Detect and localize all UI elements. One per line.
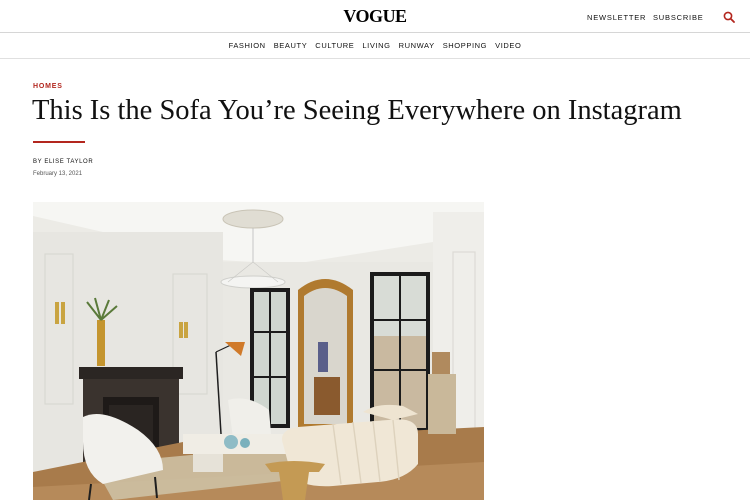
nav-item-runway[interactable]: RUNWAY: [399, 41, 435, 50]
nav-item-video[interactable]: VIDEO: [495, 41, 521, 50]
nav-item-beauty[interactable]: BEAUTY: [274, 41, 308, 50]
search-icon[interactable]: [723, 11, 735, 23]
newsletter-link[interactable]: NEWSLETTER: [587, 13, 646, 22]
author-link[interactable]: ELISE TAYLOR: [44, 159, 93, 165]
byline: BY ELISE TAYLOR: [33, 159, 93, 165]
living-room-photo: [33, 202, 484, 500]
site-header: VOGUE NEWSLETTER SUBSCRIBE: [0, 0, 750, 33]
article-title: This Is the Sofa You’re Seeing Everywher…: [32, 95, 682, 126]
nav-item-fashion[interactable]: FASHION: [229, 41, 266, 50]
nav-item-shopping[interactable]: SHOPPING: [443, 41, 487, 50]
nav-item-living[interactable]: LIVING: [362, 41, 390, 50]
hero-image: [33, 202, 484, 500]
subscribe-link[interactable]: SUBSCRIBE: [653, 13, 704, 22]
article-rubric[interactable]: HOMES: [33, 83, 63, 90]
main-nav: FASHION BEAUTY CULTURE LIVING RUNWAY SHO…: [0, 33, 750, 58]
nav-item-culture[interactable]: CULTURE: [315, 41, 354, 50]
byline-prefix: BY: [33, 159, 45, 165]
title-rule: [33, 141, 85, 143]
publish-date: February 13, 2021: [33, 171, 83, 177]
nav-divider: [0, 58, 750, 59]
